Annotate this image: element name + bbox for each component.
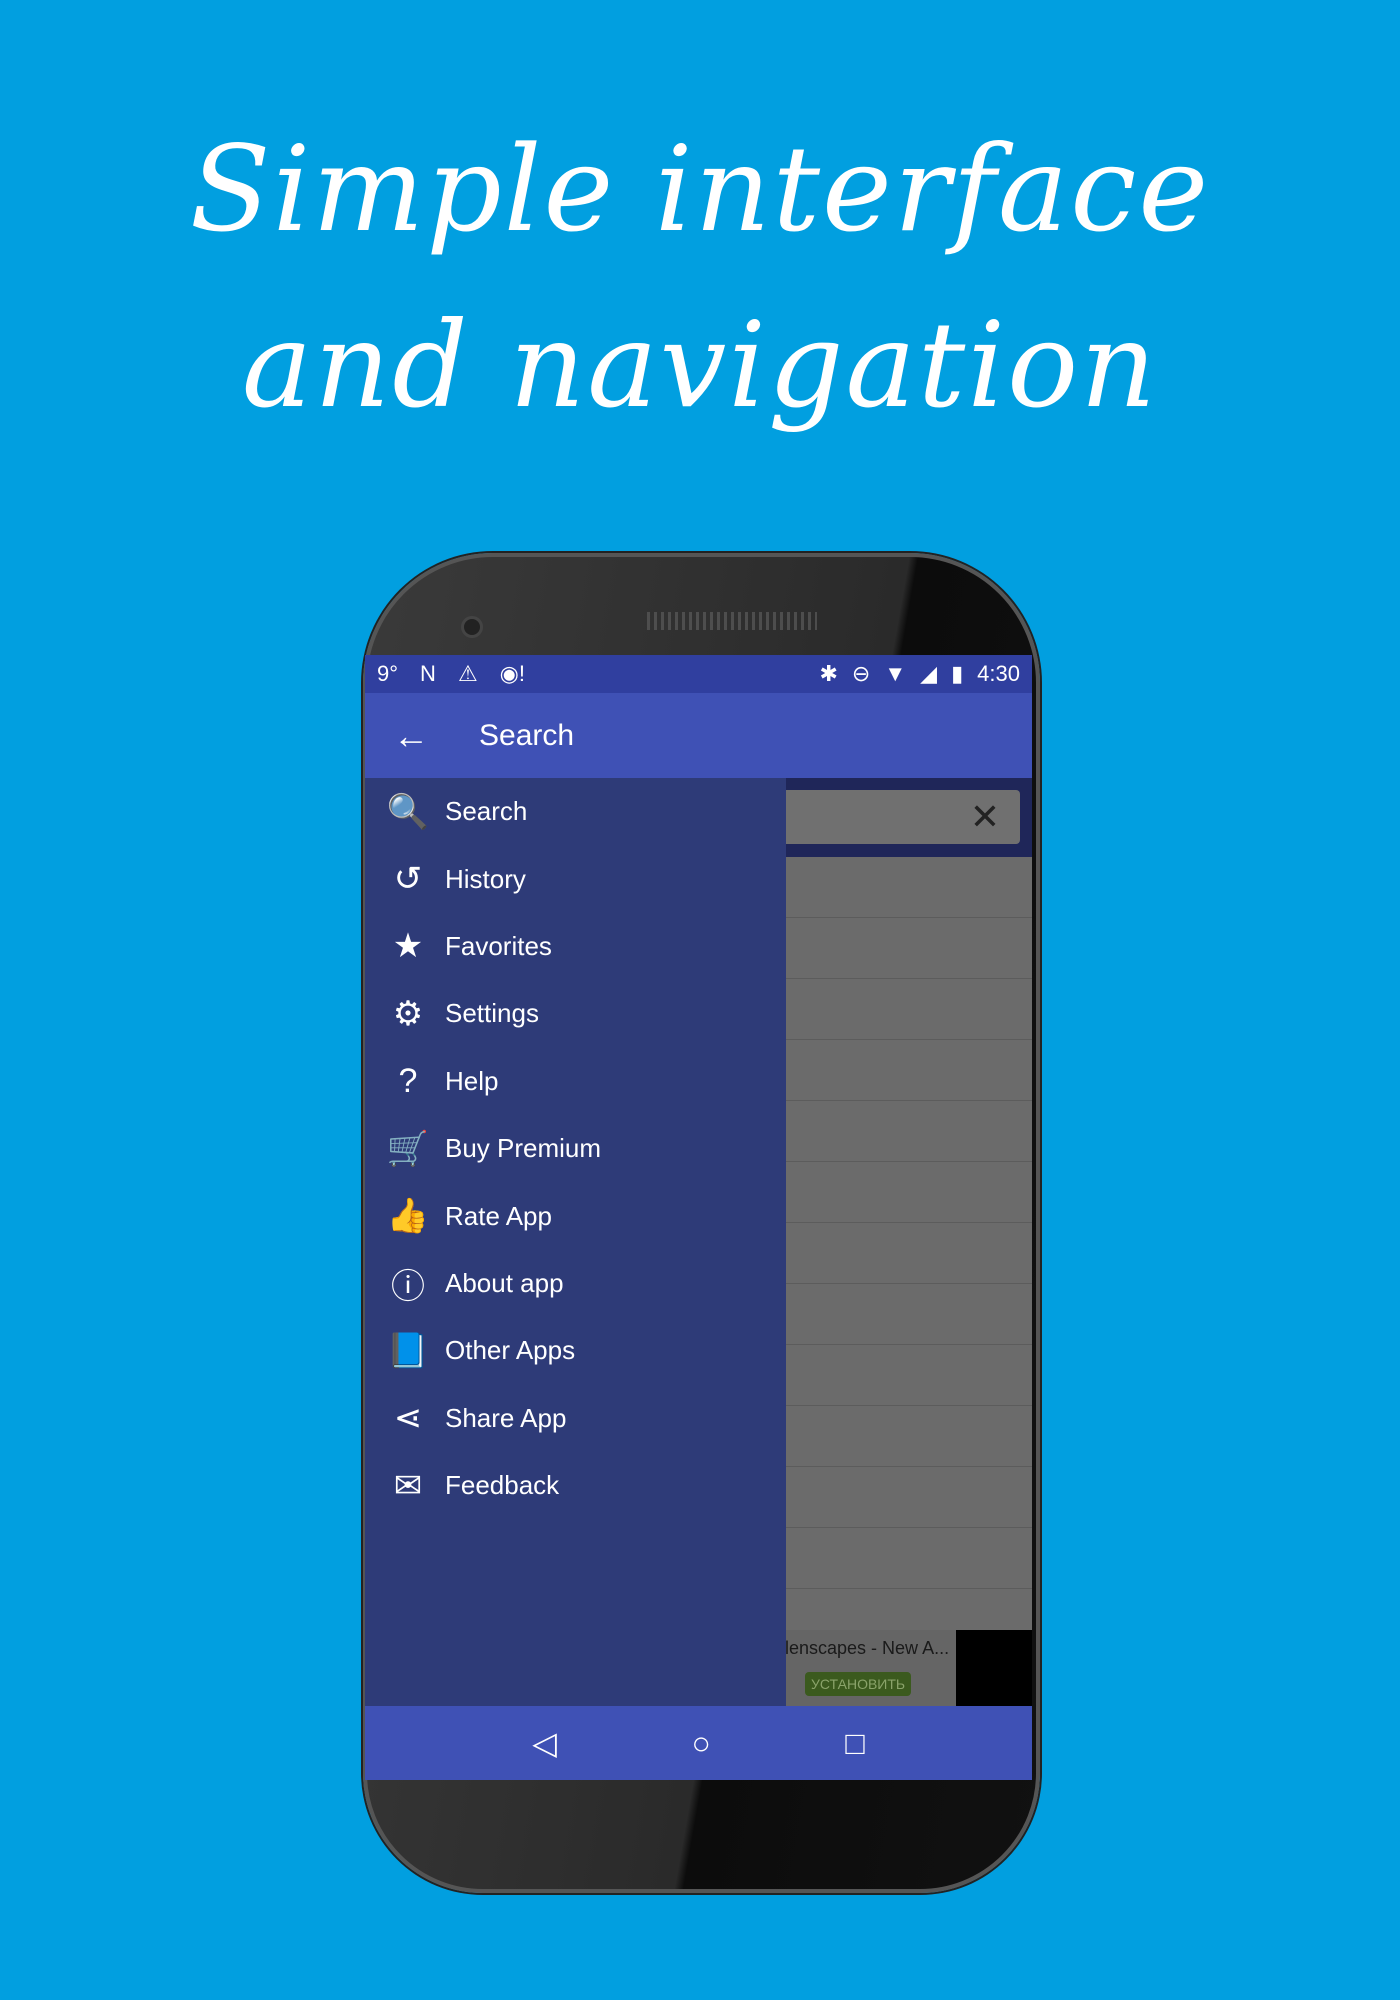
status-bar: 9° N ⚠ ◉! ✱ ⊖ ▼ ◢ ▮ 4:30 bbox=[365, 655, 1032, 693]
history-icon: ↺ bbox=[393, 860, 423, 899]
warning-icon: ⚠ bbox=[457, 661, 478, 686]
cart-icon: 🛒 bbox=[386, 1129, 430, 1168]
search-icon: 🔍 bbox=[386, 792, 430, 831]
drawer-item-label: Rate App bbox=[445, 1200, 552, 1231]
drawer-item-about-app[interactable]: ⓘ About app bbox=[365, 1250, 786, 1317]
list-item[interactable] bbox=[785, 1467, 1032, 1528]
nav-back-icon[interactable]: ◁ bbox=[532, 1724, 557, 1762]
drawer-item-label: Help bbox=[445, 1065, 499, 1096]
drawer-item-label: Buy Premium bbox=[445, 1133, 602, 1164]
gear-icon: ⚙ bbox=[392, 994, 424, 1033]
info-icon: ⓘ bbox=[391, 1267, 425, 1306]
drawer-item-label: Settings bbox=[445, 998, 539, 1029]
drawer-item-label: About app bbox=[445, 1267, 564, 1298]
nav-bar: ◁ ○ □ bbox=[365, 1706, 1032, 1780]
list-item[interactable] bbox=[785, 1162, 1032, 1223]
weather-icon: 9° bbox=[377, 661, 399, 686]
ad-install-button[interactable]: УСТАНОВИТЬ bbox=[805, 1672, 912, 1696]
ad-banner[interactable]: lenscapes - New A... УСТАНОВИТЬ bbox=[785, 1630, 1032, 1706]
star-icon: ★ bbox=[392, 927, 424, 966]
n-icon: N bbox=[420, 661, 436, 686]
wifi-icon: ▼ bbox=[884, 661, 907, 686]
battery-icon: ▮ bbox=[951, 661, 964, 686]
drawer-item-history[interactable]: ↺ History bbox=[365, 845, 786, 912]
list-item[interactable] bbox=[785, 1406, 1032, 1467]
drawer-item-rate-app[interactable]: 👍 Rate App bbox=[365, 1182, 786, 1249]
list-item[interactable] bbox=[785, 1284, 1032, 1345]
list-item[interactable] bbox=[785, 1345, 1032, 1406]
navigation-drawer: 🔍 Search ↺ History ★ Favorites ⚙ Settings? Help 🛒… bbox=[365, 778, 786, 1706]
drawer-item-label: History bbox=[445, 863, 526, 894]
drawer-item-favorites[interactable]: ★ Favorites bbox=[365, 913, 786, 980]
signal-icon: ◢ bbox=[920, 661, 938, 686]
list-item[interactable] bbox=[785, 1528, 1032, 1589]
drawer-item-other-apps[interactable]: 📘 Other Apps bbox=[365, 1317, 786, 1384]
camera bbox=[461, 616, 483, 638]
app-logo-icon: 📘 bbox=[386, 1331, 430, 1370]
drawer-item-share-app[interactable]: ⋖ Share App bbox=[365, 1385, 786, 1452]
speaker-grille bbox=[647, 612, 817, 630]
drawer-item-label: Other Apps bbox=[445, 1335, 576, 1366]
close-icon[interactable]: ✕ bbox=[970, 796, 1000, 838]
toolbar-title: Search bbox=[479, 718, 575, 752]
list-item[interactable] bbox=[785, 918, 1032, 979]
drawer-item-settings[interactable]: ⚙ Settings bbox=[365, 980, 786, 1047]
dnd-icon: ⊖ bbox=[851, 661, 871, 686]
drawer-item-search[interactable]: 🔍 Search bbox=[365, 778, 786, 845]
help-icon: ? bbox=[398, 1061, 418, 1100]
notification-icon: ◉! bbox=[499, 661, 525, 686]
nav-home-icon[interactable]: ○ bbox=[691, 1725, 710, 1762]
phone-screen: 9° N ⚠ ◉! ✱ ⊖ ▼ ◢ ▮ 4:30 ← Search ✕ lens… bbox=[365, 655, 1032, 1780]
ad-image bbox=[956, 1630, 1032, 1706]
drawer-item-label: Share App bbox=[445, 1402, 567, 1433]
headline-line1: Simple interface bbox=[189, 120, 1211, 258]
arrow-left-icon[interactable]: ← bbox=[393, 715, 433, 757]
thumbs-up-icon: 👍 bbox=[386, 1197, 430, 1236]
share-icon: ⋖ bbox=[393, 1399, 423, 1438]
drawer-item-help[interactable]: ? Help bbox=[365, 1048, 786, 1115]
list-item[interactable] bbox=[785, 1040, 1032, 1101]
drawer-item-feedback[interactable]: ✉ Feedback bbox=[365, 1452, 786, 1519]
nav-recents-icon[interactable]: □ bbox=[845, 1725, 864, 1762]
bluetooth-icon: ✱ bbox=[819, 661, 838, 686]
list-item[interactable] bbox=[785, 979, 1032, 1040]
drawer-item-label: Feedback bbox=[445, 1470, 560, 1501]
clock: 4:30 bbox=[977, 661, 1020, 686]
drawer-item-buy-premium[interactable]: 🛒 Buy Premium bbox=[365, 1115, 786, 1182]
drawer-item-label: Search bbox=[445, 796, 528, 827]
list-item[interactable] bbox=[785, 857, 1032, 918]
toolbar: ← Search bbox=[365, 693, 1032, 778]
list-item[interactable] bbox=[785, 1101, 1032, 1162]
ad-title: lenscapes - New A... bbox=[785, 1638, 950, 1658]
mail-icon: ✉ bbox=[393, 1466, 423, 1505]
search-input[interactable]: ✕ bbox=[770, 790, 1020, 844]
result-list bbox=[785, 857, 1032, 1589]
headline-line2: and navigation bbox=[241, 296, 1159, 434]
drawer-item-label: Favorites bbox=[445, 930, 552, 961]
list-item[interactable] bbox=[785, 1223, 1032, 1284]
